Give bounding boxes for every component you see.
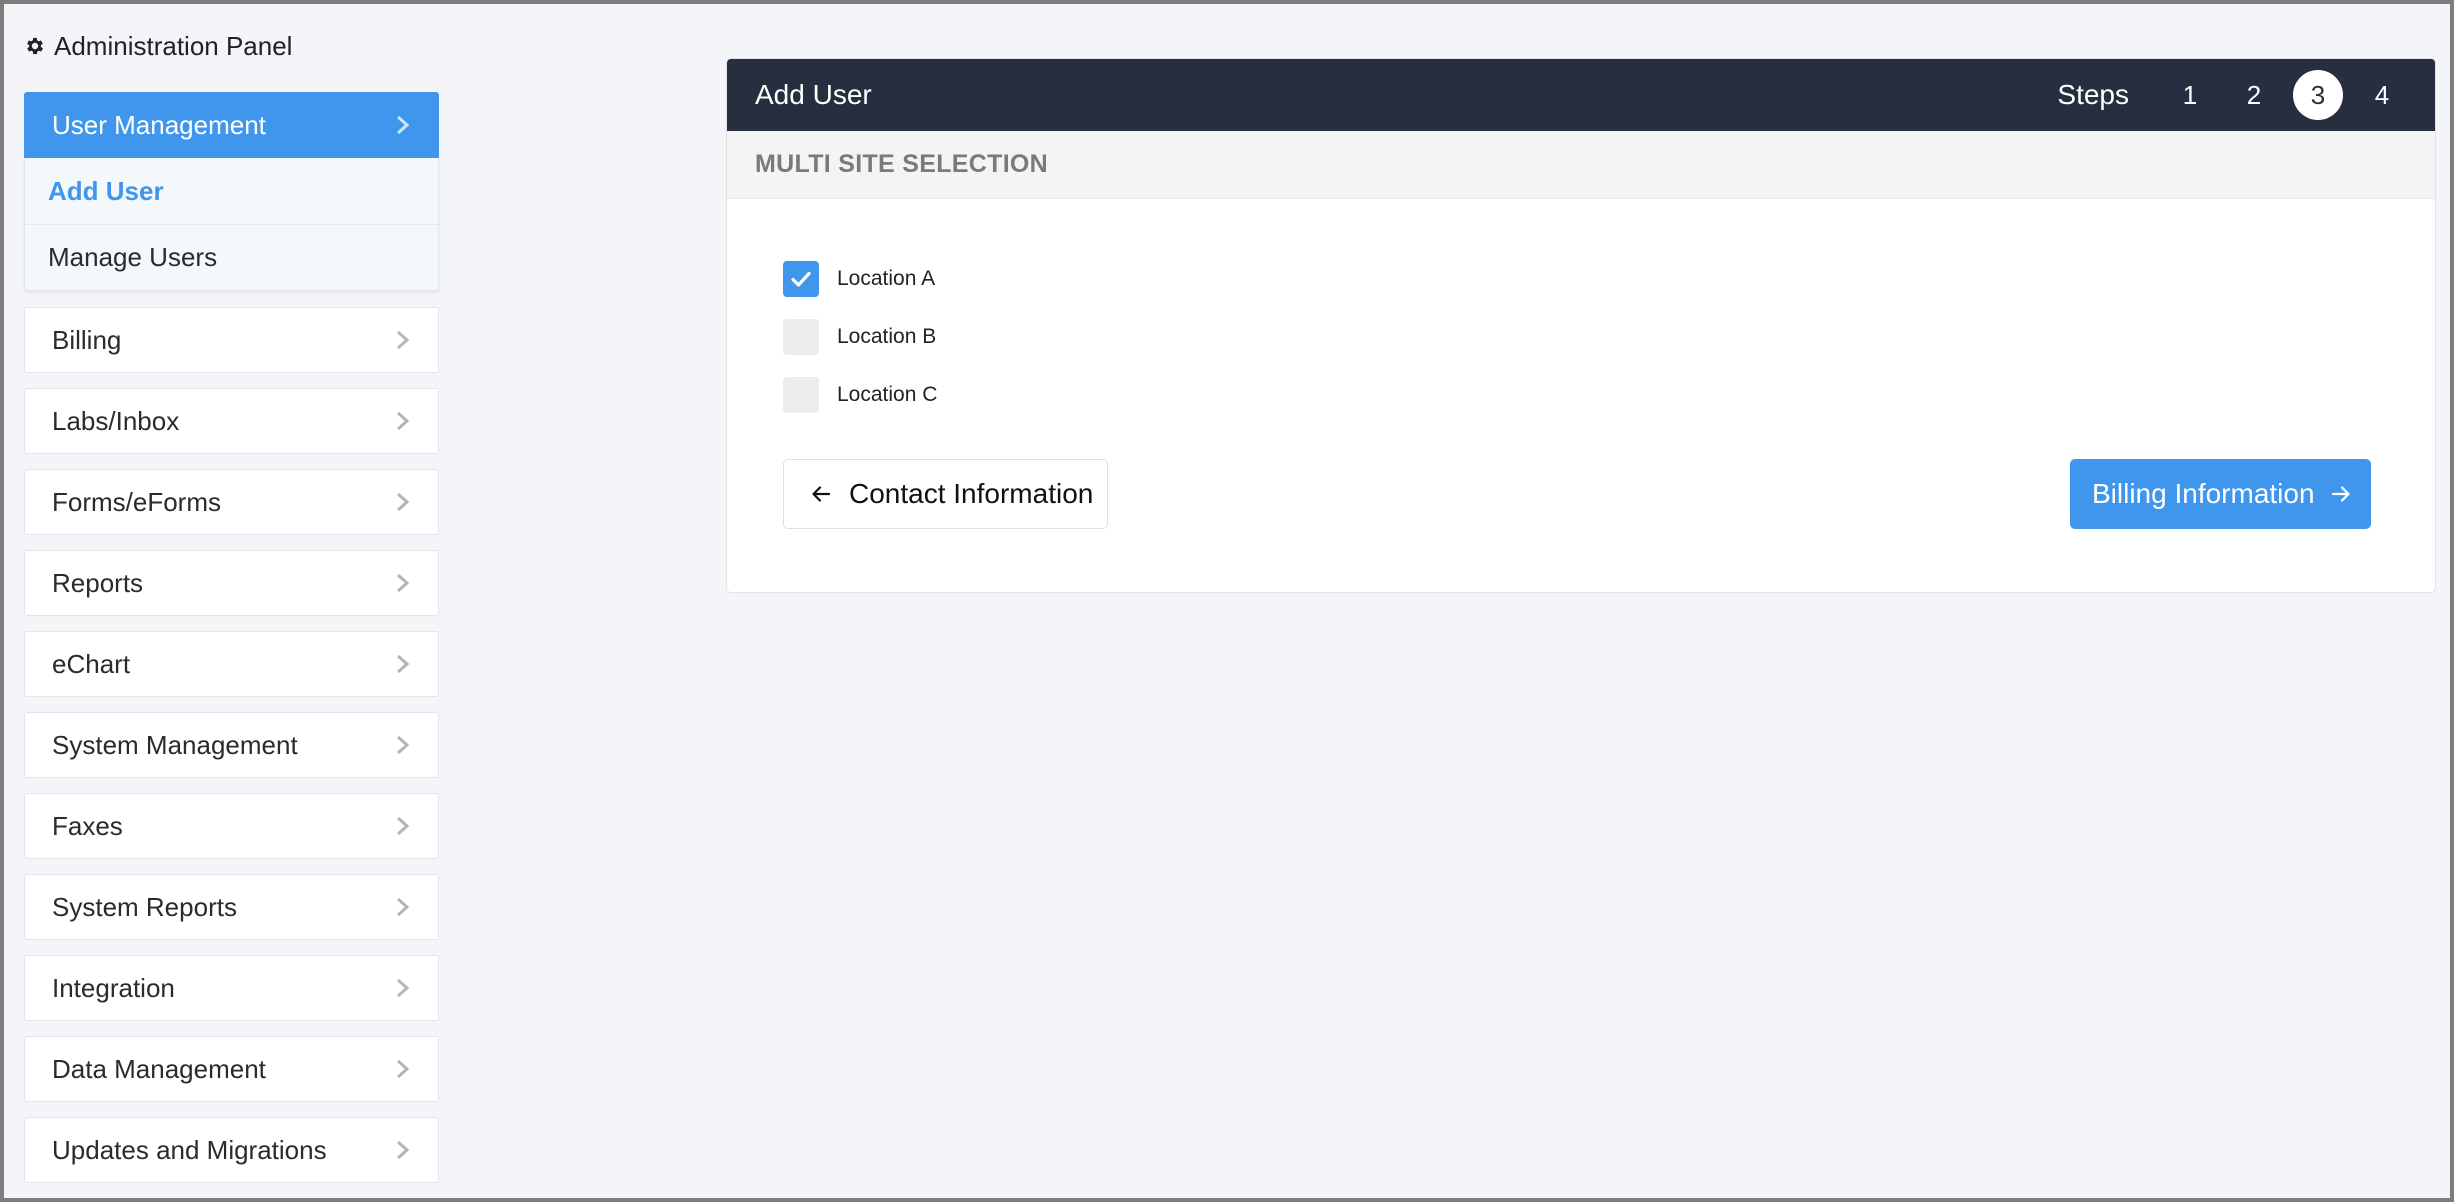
step-4[interactable]: 4: [2357, 70, 2407, 120]
chevron-right-icon: [397, 897, 410, 917]
card-header: Add User Steps 1 2 3 4: [727, 59, 2435, 131]
sidebar-item-data-management[interactable]: Data Management: [24, 1036, 439, 1102]
sidebar-item-label: User Management: [52, 109, 266, 140]
sidebar-item-labs-inbox[interactable]: Labs/Inbox: [24, 388, 439, 454]
sidebar-item-reports[interactable]: Reports: [24, 550, 439, 616]
panel-title-text: Administration Panel: [54, 30, 293, 61]
sidebar-item-faxes[interactable]: Faxes: [24, 793, 439, 859]
sidebar-item-echart[interactable]: eChart: [24, 631, 439, 697]
sidebar: User Management Add User Manage Users Bi…: [24, 92, 439, 1198]
submenu-item-label: Add User: [48, 175, 164, 206]
add-user-card: Add User Steps 1 2 3 4 MULTI SITE SELECT…: [726, 58, 2436, 593]
location-label: Location B: [837, 325, 937, 348]
chevron-right-icon: [397, 1140, 410, 1160]
chevron-right-icon: [397, 573, 410, 593]
sidebar-item-label: Labs/Inbox: [52, 405, 180, 436]
next-button-label: Billing Information: [2092, 478, 2315, 509]
section-title: MULTI SITE SELECTION: [727, 131, 2435, 199]
sidebar-item-label: Faxes: [52, 810, 123, 841]
location-option-c[interactable]: Location C: [783, 377, 937, 413]
sidebar-item-label: Forms/eForms: [52, 486, 221, 517]
chevron-right-icon: [397, 978, 410, 998]
step-2[interactable]: 2: [2229, 70, 2279, 120]
sidebar-item-billing[interactable]: Billing: [24, 307, 439, 373]
sidebar-item-label: Updates and Migrations: [52, 1134, 327, 1165]
location-a-checkbox[interactable]: [783, 261, 819, 297]
step-indicator: Steps 1 2 3 4: [2057, 70, 2407, 120]
sidebar-item-label: Billing: [52, 324, 122, 355]
chevron-right-icon: [397, 411, 410, 431]
arrow-left-icon: [812, 486, 831, 502]
sidebar-item-label: Reports: [52, 567, 144, 598]
location-label: Location C: [837, 383, 938, 406]
sidebar-item-updates-and-migrations[interactable]: Updates and Migrations: [24, 1117, 439, 1183]
chevron-right-icon: [397, 115, 410, 135]
chevron-right-icon: [397, 654, 410, 674]
checkmark-icon: [791, 271, 811, 287]
sidebar-item-system-management[interactable]: System Management: [24, 712, 439, 778]
sidebar-item-label: System Reports: [52, 891, 237, 922]
billing-information-button[interactable]: Billing Information: [2070, 459, 2371, 529]
back-button-label: Contact Information: [849, 478, 1094, 509]
location-option-a[interactable]: Location A: [783, 261, 937, 297]
chevron-right-icon: [397, 816, 410, 836]
user-management-submenu: Add User Manage Users: [24, 158, 439, 291]
location-label: Location A: [837, 267, 936, 290]
chevron-right-icon: [397, 735, 410, 755]
sidebar-item-user-management[interactable]: User Management: [24, 92, 439, 158]
sidebar-item-forms-eforms[interactable]: Forms/eForms: [24, 469, 439, 535]
arrow-right-icon: [2331, 486, 2350, 502]
chevron-right-icon: [397, 1059, 410, 1079]
app-window: Administration Panel User Management Add…: [0, 0, 2454, 1202]
contact-information-button[interactable]: Contact Information: [783, 459, 1108, 529]
panel-title: Administration Panel: [24, 30, 292, 62]
location-list: Location A Location B Location C: [783, 261, 937, 435]
sidebar-item-label: Data Management: [52, 1053, 266, 1084]
submenu-item-label: Manage Users: [48, 242, 218, 272]
location-b-checkbox[interactable]: [783, 319, 819, 355]
sidebar-item-label: Integration: [52, 972, 175, 1003]
location-option-b[interactable]: Location B: [783, 319, 937, 355]
step-3-current[interactable]: 3: [2293, 70, 2343, 120]
sidebar-item-label: System Management: [52, 729, 298, 760]
sidebar-item-label: eChart: [52, 648, 131, 679]
chevron-right-icon: [397, 330, 410, 350]
location-c-checkbox[interactable]: [783, 377, 819, 413]
sidebar-item-system-reports[interactable]: System Reports: [24, 874, 439, 940]
chevron-right-icon: [397, 492, 410, 512]
card-title: Add User: [755, 79, 872, 110]
submenu-item-add-user[interactable]: Add User: [25, 158, 438, 224]
gear-icon: [27, 37, 43, 55]
steps-label: Steps: [2057, 79, 2129, 110]
step-1[interactable]: 1: [2165, 70, 2215, 120]
sidebar-item-integration[interactable]: Integration: [24, 955, 439, 1021]
submenu-item-manage-users[interactable]: Manage Users: [25, 224, 438, 290]
